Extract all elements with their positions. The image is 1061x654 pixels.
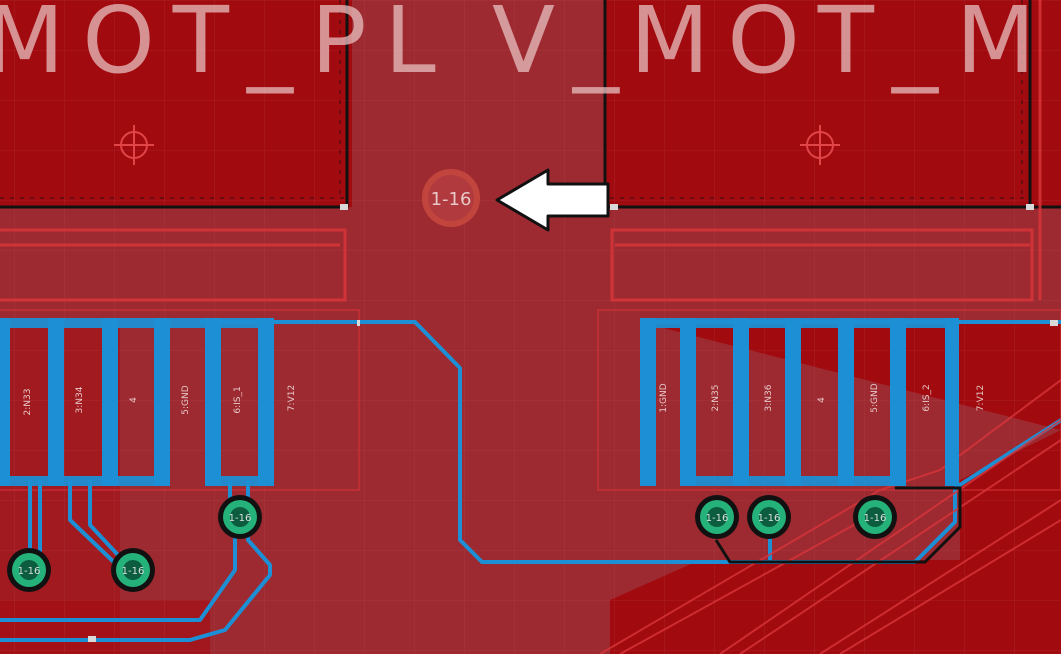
via-label: 1-16 (864, 513, 887, 524)
pad-label: 7:V12 (287, 385, 297, 411)
pad-label: 3:N36 (764, 384, 774, 411)
highlighted-via[interactable]: 1-16 (422, 169, 480, 227)
via-label: 1-16 (18, 566, 41, 577)
pad-label: 4 (817, 397, 827, 403)
via-label: 1-16 (229, 513, 252, 524)
via[interactable]: 1-16 (111, 548, 155, 592)
silk-label-v: V_ (492, 0, 637, 94)
via[interactable]: 1-16 (218, 495, 262, 539)
pad-label: 6:IS_1 (233, 386, 243, 413)
via-label: 1-16 (706, 513, 729, 524)
via[interactable]: 1-16 (7, 548, 51, 592)
via[interactable]: 1-16 (747, 495, 791, 539)
silk-label-mot-m: MOT_M (630, 0, 1053, 94)
pad-label: 1:GND (659, 383, 669, 412)
pad-label: 2:N35 (711, 385, 721, 412)
via[interactable]: 1-16 (853, 495, 897, 539)
pad-label: 6:IS_2 (922, 384, 932, 411)
pad-label: 2:N33 (23, 389, 33, 416)
pad-label: 3:N34 (75, 386, 85, 413)
silkscreen-labels: MOT_PL V_ MOT_M (0, 0, 1053, 94)
via[interactable]: 1-16 (695, 495, 739, 539)
highlighted-via-label: 1-16 (431, 189, 472, 210)
silk-label-mot-pl: MOT_PL (0, 0, 454, 94)
via-label: 1-16 (758, 513, 781, 524)
pad-label: 5:GND (181, 385, 191, 414)
pad-label: 7:V12 (976, 385, 986, 411)
pad-label: 5:GND (870, 383, 880, 412)
pcb-canvas[interactable]: MOT_PL V_ MOT_M 2:N33 3:N34 4 5:GND 6:IS… (0, 0, 1061, 654)
via-label: 1-16 (122, 566, 145, 577)
pad-label: 4 (129, 397, 139, 403)
